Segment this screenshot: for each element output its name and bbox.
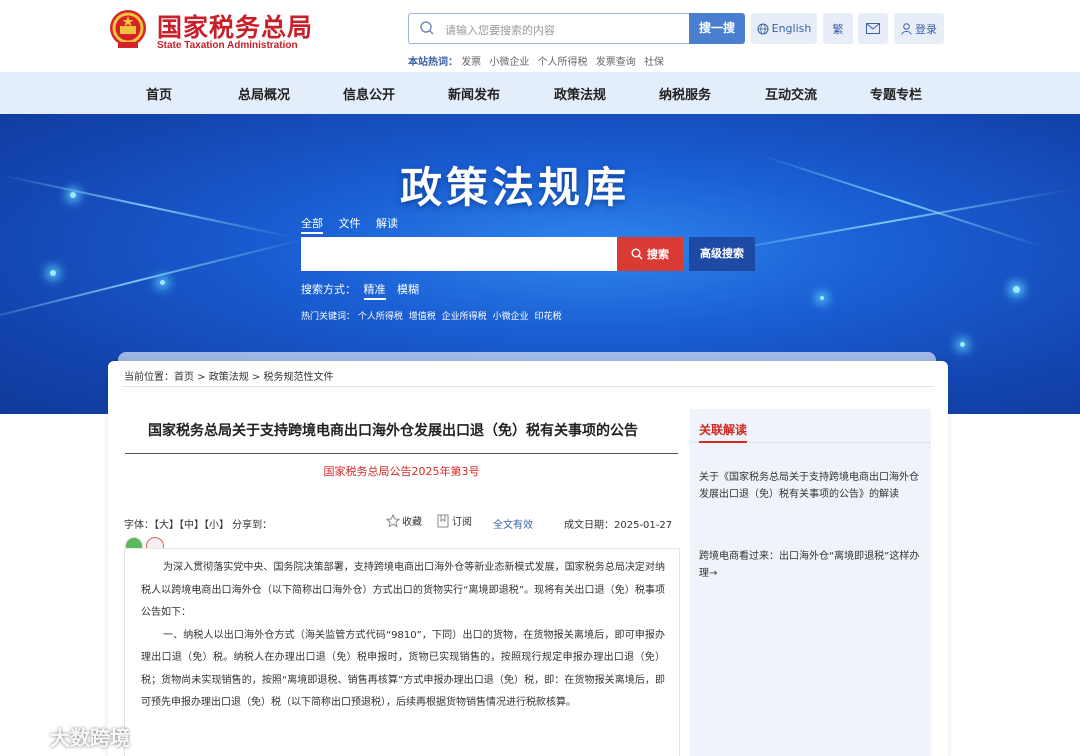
publish-date: 成文日期：2025-01-27 (564, 520, 673, 531)
traditional-label: 繁 (832, 22, 844, 36)
font-size-controls[interactable]: 字体：【大】【中】【小】 分享到： (124, 516, 272, 531)
hot-word-link[interactable]: 小微企业 (489, 57, 529, 68)
watermark-text: 大数跨境 (50, 726, 130, 750)
nav-item-topics[interactable]: 专题专栏 (870, 84, 922, 103)
nav-item-policy[interactable]: 政策法规 (554, 84, 606, 103)
search-mode-label: 搜索方式： (301, 283, 356, 296)
mode-fuzzy[interactable]: 模糊 (397, 283, 419, 296)
banner-hot-word[interactable]: 企业所得税 (442, 312, 487, 322)
hot-word-link[interactable]: 社保 (644, 57, 664, 68)
top-header: 国家税务总局 State Taxation Administration 请输入… (0, 0, 1080, 72)
search-icon (420, 21, 434, 35)
mode-precise[interactable]: 精准 (363, 283, 386, 300)
policy-search-input[interactable] (301, 237, 617, 271)
article-paragraph: 一、纳税人以出口海外仓方式（海关监管方式代码“9810”，下同）出口的货物，在货… (141, 629, 665, 709)
subscribe-label: 订阅 (452, 517, 472, 528)
site-name[interactable]: 国家税务总局 (157, 8, 313, 44)
light-streak (699, 188, 1075, 256)
user-icon (901, 22, 912, 35)
favorite-label: 收藏 (402, 517, 422, 528)
star-icon (386, 513, 400, 528)
light-streak (0, 236, 310, 326)
site-name-english[interactable]: State Taxation Administration (157, 40, 298, 51)
banner-hot-word[interactable]: 小微企业 (493, 312, 529, 322)
related-link[interactable]: 跨境电商看过来：出口海外仓“离境即退税”这样办理→ (699, 548, 923, 582)
policy-search-label: 搜索 (647, 248, 669, 261)
site-search-button[interactable]: 搜一搜 (689, 13, 745, 44)
national-emblem-icon[interactable] (108, 8, 148, 50)
mail-button[interactable] (858, 13, 888, 44)
nav-item-interaction[interactable]: 互动交流 (765, 84, 817, 103)
breadcrumb[interactable]: 当前位置：首页 > 政策法规 > 税务规范性文件 (124, 368, 333, 383)
validity-status: 全文有效 (493, 520, 533, 531)
search-mode: 搜索方式： 精准 模糊 (301, 281, 419, 300)
light-dot (960, 342, 965, 347)
nav-item-home[interactable]: 首页 (146, 84, 172, 103)
globe-icon (757, 23, 769, 34)
related-heading: 关联解读 (699, 423, 748, 437)
divider (125, 453, 678, 454)
login-button[interactable]: 登录 (894, 13, 944, 44)
banner-hot-word[interactable]: 增值税 (409, 312, 436, 322)
policy-search-button[interactable]: 搜索 (617, 237, 683, 271)
nav-item-news[interactable]: 新闻发布 (448, 84, 500, 103)
mail-icon (866, 23, 880, 34)
tab-interpretation[interactable]: 解读 (376, 217, 398, 230)
tab-files[interactable]: 文件 (339, 217, 361, 230)
bookmark-icon (437, 514, 449, 527)
light-dot (70, 192, 76, 198)
advanced-search-button[interactable]: 高级搜索 (689, 237, 755, 271)
hot-word-link[interactable]: 发票查询 (596, 57, 636, 68)
search-placeholder: 请输入您要搜索的内容 (445, 24, 555, 37)
article-title: 国家税务总局关于支持跨境电商出口海外仓发展出口退（免）税有关事项的公告 (148, 423, 638, 439)
nav-item-info[interactable]: 信息公开 (343, 84, 395, 103)
banner-hot-word[interactable]: 个人所得税 (358, 312, 403, 322)
light-streak (0, 174, 294, 239)
search-icon (631, 248, 643, 260)
banner-hot-word[interactable]: 印花税 (534, 312, 561, 322)
article-paragraph: 为深入贯彻落实党中央、国务院决策部署，支持跨境电商出口海外仓等新业态新模式发展，… (141, 562, 665, 618)
banner-hot-label: 热门关键词： (301, 312, 356, 322)
banner-hot-words: 热门关键词： 个人所得税 增值税 企业所得税 小微企业 印花税 (301, 309, 564, 322)
heading-underline (699, 441, 747, 443)
hot-word-link[interactable]: 个人所得税 (538, 57, 588, 68)
traditional-chinese-button[interactable]: 繁 (823, 13, 853, 44)
english-label: English (771, 22, 812, 35)
watermark: 大数跨境 (8, 722, 130, 751)
main-nav: 首页 总局概况 信息公开 新闻发布 政策法规 纳税服务 互动交流 专题专栏 (0, 72, 1080, 114)
light-dot (1013, 286, 1020, 293)
hot-words: 本站热词： 发票 小微企业 个人所得税 发票查询 社保 (408, 53, 669, 68)
divider (122, 386, 934, 387)
light-dot (820, 296, 824, 300)
watermark-logo-icon (9, 728, 46, 745)
english-button[interactable]: English (751, 13, 817, 44)
content-card: 当前位置：首页 > 政策法规 > 税务规范性文件 国家税务总局关于支持跨境电商出… (108, 361, 948, 756)
light-dot (50, 270, 56, 276)
hot-word-link[interactable]: 发票 (461, 57, 481, 68)
login-label: 登录 (915, 22, 937, 36)
article-body: 为深入贯彻落实党中央、国务院决策部署，支持跨境电商出口海外仓等新业态新模式发展，… (124, 548, 680, 756)
related-interpretations: 关联解读 关于《国家税务总局关于支持跨境电商出口海外仓发展出口退（免）税有关事项… (690, 409, 931, 756)
site-search-input[interactable]: 请输入您要搜索的内容 (408, 13, 690, 44)
document-number: 国家税务总局公告2025年第3号 (323, 465, 480, 478)
nav-item-service[interactable]: 纳税服务 (659, 84, 711, 103)
banner-tabs: 全部 文件 解读 (301, 215, 410, 234)
subscribe-button[interactable]: 订阅 (436, 513, 472, 528)
favorite-button[interactable]: 收藏 (386, 513, 422, 528)
tab-all[interactable]: 全部 (301, 217, 323, 234)
hot-words-label: 本站热词： (408, 57, 458, 68)
related-link[interactable]: 关于《国家税务总局关于支持跨境电商出口海外仓发展出口退（免）税有关事项的公告》的… (699, 469, 923, 503)
nav-item-overview[interactable]: 总局概况 (238, 84, 290, 103)
banner-title: 政策法规库 (400, 163, 631, 212)
light-dot (160, 280, 165, 285)
